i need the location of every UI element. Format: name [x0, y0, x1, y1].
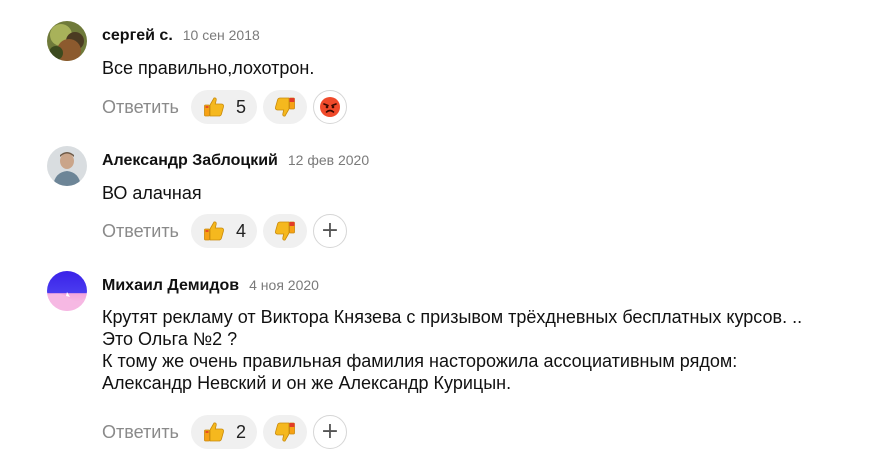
comment-actions: Ответить 2 + — [102, 415, 347, 449]
dislike-button[interactable] — [262, 415, 307, 449]
comment-header: Михаил Демидов 4 ноя 2020 — [102, 277, 319, 295]
comment-text-line: ВО алачная — [102, 183, 202, 203]
thumbs-up-icon — [204, 422, 224, 442]
author-name[interactable]: Михаил Демидов — [102, 277, 239, 295]
plus-icon: + — [320, 419, 340, 444]
comment-text: ВО алачная — [102, 182, 882, 204]
user-avatar[interactable] — [47, 146, 87, 186]
comment-actions: Ответить 4 + — [102, 214, 347, 248]
comment-date: 12 фев 2020 — [287, 152, 370, 168]
thumbs-up-icon — [204, 97, 224, 117]
like-button[interactable]: 4 — [190, 214, 257, 248]
comment-date: 4 ноя 2020 — [249, 277, 319, 293]
author-name[interactable]: Александр Заблоцкий — [102, 152, 278, 170]
comment-header: сергей с. 10 сен 2018 — [102, 27, 260, 45]
reply-button[interactable]: Ответить — [102, 221, 179, 242]
thumbs-up-icon — [204, 221, 224, 241]
like-button[interactable]: 5 — [190, 90, 257, 124]
comment-header: Александр Заблоцкий 12 фев 2020 — [102, 152, 369, 170]
comment-actions: Ответить 5 — [102, 90, 347, 124]
angry-face-icon — [319, 97, 340, 117]
angry-reaction-button[interactable] — [312, 90, 347, 124]
like-count: 5 — [235, 96, 246, 117]
like-count: 2 — [235, 421, 246, 442]
comment-text-line: Все правильно,лохотрон. — [102, 58, 315, 78]
comment-text: Все правильно,лохотрон. — [102, 57, 882, 79]
thumbs-down-icon — [274, 422, 295, 442]
comment-text-line: Александр Невский и он же Александр Кури… — [102, 373, 512, 393]
thumbs-down-icon — [274, 97, 295, 117]
dislike-button[interactable] — [262, 90, 307, 124]
dislike-button[interactable] — [262, 214, 307, 248]
like-count: 4 — [235, 220, 246, 241]
comment-text-line: Крутят рекламу от Виктора Князева с приз… — [102, 307, 803, 327]
comment-text-line: К тому же очень правильная фамилия насто… — [102, 351, 738, 371]
author-name[interactable]: сергей с. — [102, 27, 173, 45]
reply-button[interactable]: Ответить — [102, 422, 179, 443]
add-reaction-button[interactable]: + — [312, 415, 347, 449]
like-button[interactable]: 2 — [190, 415, 257, 449]
comment-text-line: Это Ольга №2 ? — [102, 329, 238, 349]
reply-button[interactable]: Ответить — [102, 97, 179, 118]
thumbs-down-icon — [274, 221, 295, 241]
add-reaction-button[interactable]: + — [312, 214, 347, 248]
user-avatar[interactable] — [47, 21, 87, 61]
comment-text: Крутят рекламу от Виктора Князева с приз… — [102, 306, 882, 394]
comment-date: 10 сен 2018 — [182, 27, 260, 43]
plus-icon: + — [320, 218, 340, 243]
user-avatar[interactable] — [47, 271, 87, 311]
